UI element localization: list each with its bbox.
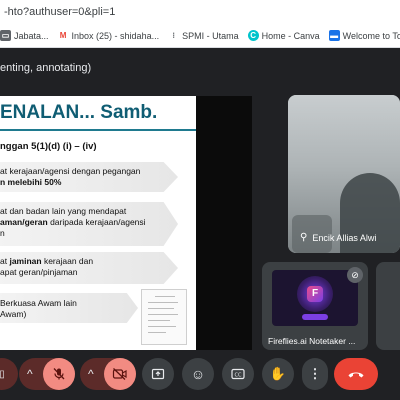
fireflies-logo-icon: F <box>307 286 323 302</box>
bullet-4: Berkuasa Awam lain Awam) <box>0 298 77 320</box>
chevron-up-icon[interactable]: ^ <box>27 367 33 381</box>
doc-line <box>148 320 170 321</box>
doc-line <box>148 332 166 333</box>
slide-divider <box>0 129 196 131</box>
bookmark-jabata[interactable]: ▭ Jabata... <box>0 30 49 41</box>
folder-icon: ▭ <box>0 30 11 41</box>
mic-off-icon <box>53 368 65 380</box>
bookmark-label: Inbox (25) - shidaha... <box>71 30 160 41</box>
address-bar[interactable]: -hto?authuser=0&pli=1 <box>0 0 400 24</box>
caption-icon: ▯ <box>0 368 5 380</box>
raise-hand-button[interactable]: ✋ <box>262 358 294 390</box>
chevron-up-icon[interactable]: ^ <box>88 367 94 381</box>
bullet-3-line1: kerajaan dan <box>41 256 94 266</box>
svg-text:CC: CC <box>235 373 242 379</box>
camera-off-icon <box>112 368 127 380</box>
bookmark-icon: ⁝ <box>168 30 180 41</box>
participant-name-tag: ⚲ Encik Allias Alwi <box>300 232 376 243</box>
presentation-title: enting, annotating) <box>0 62 92 74</box>
bookmark-spmi[interactable]: ⁝ SPMI - Utama <box>168 30 239 41</box>
slide-subtitle: nggan 5(1)(d) (i) – (iv) <box>0 141 97 152</box>
doc-line <box>148 302 178 303</box>
doc-line <box>148 308 174 309</box>
mic-control-group: ^ <box>19 358 75 390</box>
bullet-2: at dan badan lain yang mendapat aman/ger… <box>0 206 146 239</box>
doc-line <box>155 296 175 297</box>
pin-icon[interactable]: ⚲ <box>300 232 307 243</box>
canva-icon: C <box>247 30 259 41</box>
bookmark-label: Home - Canva <box>261 30 320 41</box>
bullet-3-bold: jaminan <box>9 256 42 266</box>
doc-line <box>148 314 178 315</box>
leave-call-button[interactable] <box>334 358 378 390</box>
mic-off-icon: ⊘ <box>347 267 363 283</box>
bullet-2-line3: n <box>0 228 5 238</box>
present-screen-icon <box>151 368 165 380</box>
slide-letterbox <box>196 96 252 350</box>
bullet-1-line1: at kerajaan/agensi dengan pegangan <box>0 166 141 176</box>
bookmarks-bar: ▭ Jabata... M Inbox (25) - shidaha... ⁝ … <box>0 24 400 48</box>
more-options-button[interactable]: ⋮ <box>302 358 328 390</box>
camera-toggle-button[interactable] <box>104 358 136 390</box>
slide-title: ENALAN... Samb. <box>0 102 158 123</box>
captions-button[interactable]: CC <box>222 358 254 390</box>
url-text: -hto?authuser=0&pli=1 <box>4 6 116 18</box>
camera-control-group: ^ <box>80 358 136 390</box>
reactions-button[interactable]: ☺ <box>182 358 214 390</box>
bookmark-canva[interactable]: C Home - Canva <box>247 30 320 41</box>
fireflies-banner-button <box>302 314 328 320</box>
doc-line <box>148 326 176 327</box>
hand-icon: ✋ <box>269 366 287 381</box>
prev-control-button[interactable]: ▯ <box>0 358 18 390</box>
bullet-1: at kerajaan/agensi dengan pegangan n mel… <box>0 166 140 188</box>
end-call-icon <box>348 372 364 378</box>
document-thumbnail <box>141 289 187 345</box>
gmail-icon: M <box>57 30 69 41</box>
bookmark-label: Welcome to Touch '... <box>342 30 400 41</box>
bullet-2-line1: at dan badan lain yang mendapat <box>0 206 127 216</box>
participant-name: Fireflies.ai Notetaker ... <box>268 336 356 346</box>
bullet-1-bold: n melebihi 50% <box>0 177 62 187</box>
bookmark-touch[interactable]: ▬ Welcome to Touch '... <box>328 30 400 41</box>
bookmark-label: SPMI - Utama <box>182 30 239 41</box>
bookmark-label: Jabata... <box>14 30 49 41</box>
participant-tile-allias[interactable] <box>288 95 400 253</box>
bullet-2-bold: aman/geran <box>0 217 48 227</box>
more-vert-icon: ⋮ <box>308 366 322 381</box>
closed-captions-icon: CC <box>231 368 245 380</box>
participant-name: Encik Allias Alwi <box>312 232 377 243</box>
fireflies-video: F <box>272 270 358 326</box>
present-button[interactable] <box>142 358 174 390</box>
bullet-2-line2: daripada kerajaan/agensi <box>47 217 146 227</box>
participant-tile-partial[interactable] <box>376 262 400 350</box>
emoji-icon: ☺ <box>190 366 206 382</box>
meeting-controls: ▯ ^ ^ ☺ CC ✋ ⋮ <box>0 358 400 392</box>
bullet-4-line1: Berkuasa Awam lain <box>0 298 77 308</box>
bullet-4-line2: Awam) <box>0 309 27 319</box>
touch-icon: ▬ <box>328 30 340 41</box>
bookmark-gmail[interactable]: M Inbox (25) - shidaha... <box>57 30 160 41</box>
mic-toggle-button[interactable] <box>43 358 75 390</box>
bullet-3-line2: apat geran/pinjaman <box>0 267 78 277</box>
bullet-3: at jaminan kerajaan dan apat geran/pinja… <box>0 256 93 278</box>
